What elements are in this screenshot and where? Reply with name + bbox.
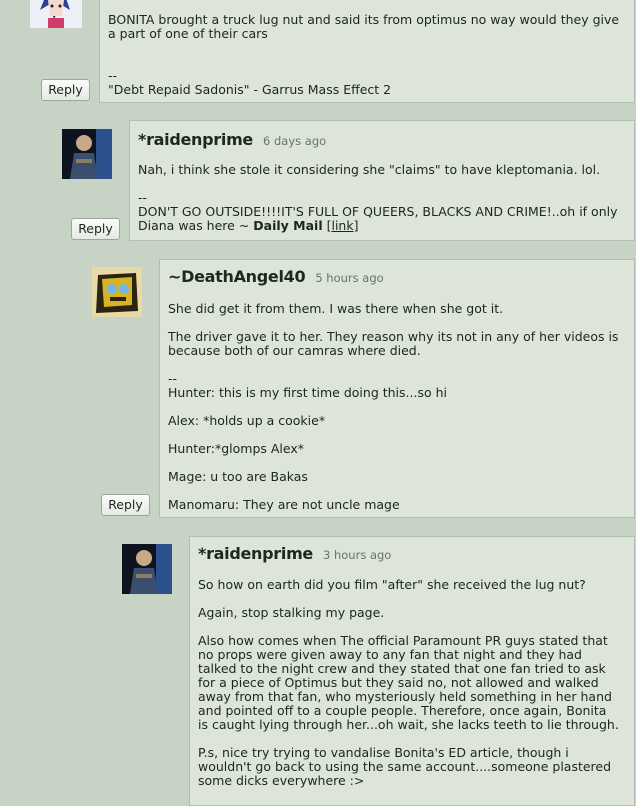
comment-body: She did get it from them. I was there wh… bbox=[168, 301, 504, 316]
signature-separator: -- bbox=[108, 68, 118, 83]
reply-button[interactable]: Reply bbox=[41, 79, 90, 101]
signature-separator: -- bbox=[168, 371, 178, 386]
comment-author[interactable]: ~DeathAngel40 bbox=[168, 267, 306, 286]
reply-button[interactable]: Reply bbox=[101, 494, 150, 516]
signature-line: Hunter:*glomps Alex* bbox=[168, 441, 305, 456]
reply-button[interactable]: Reply bbox=[71, 218, 120, 240]
comment-body: Again, stop stalking my page. bbox=[198, 605, 385, 620]
comment-body: So how on earth did you film "after" she… bbox=[198, 577, 586, 592]
signature-line: DON'T GO OUTSIDE!!!!IT'S FULL OF QUEERS,… bbox=[138, 204, 618, 219]
signature: "Debt Repaid Sadonis" - Garrus Mass Effe… bbox=[108, 82, 392, 97]
comment-1: BONITA brought a truck lug nut and said … bbox=[99, 0, 635, 103]
comment-2: *raidenprime 6 days ago Nah, i think she … bbox=[129, 120, 635, 241]
comment-author[interactable]: *raidenprime bbox=[138, 130, 253, 149]
comment-body: BONITA brought a truck lug nut and said … bbox=[108, 12, 620, 41]
comment-4: *raidenprime 3 hours ago So how on earth … bbox=[189, 536, 635, 806]
comment-time: 6 days ago bbox=[263, 134, 327, 148]
comment-3: ~DeathAngel40 5 hours ago She did get it … bbox=[159, 259, 635, 518]
comment-body: P.s, nice try trying to vandalise Bonita… bbox=[198, 745, 612, 788]
avatar-raidenprime[interactable] bbox=[122, 544, 172, 594]
signature-line: Manomaru: They are not uncle mage bbox=[168, 497, 400, 512]
avatar-deathangel40[interactable] bbox=[92, 267, 142, 317]
comment-time: 3 hours ago bbox=[323, 548, 392, 562]
signature-text: Diana was here ~ bbox=[138, 218, 254, 233]
avatar-anime-girl[interactable] bbox=[30, 0, 82, 28]
comment-body: Also how comes when The official Paramou… bbox=[198, 633, 619, 732]
signature-line: Alex: *holds up a cookie* bbox=[168, 413, 326, 428]
comment-body: Nah, i think she stole it considering sh… bbox=[138, 162, 601, 177]
signature-bold: Daily Mail bbox=[253, 218, 323, 233]
comment-time: 5 hours ago bbox=[315, 271, 384, 285]
signature-line: Diana was here ~ Daily Mail [link] bbox=[138, 219, 626, 233]
signature-line: Hunter: this is my first time doing this… bbox=[168, 385, 447, 400]
signature-link[interactable]: [link] bbox=[327, 218, 359, 233]
comment-author[interactable]: *raidenprime bbox=[198, 544, 313, 563]
signature-line: Mage: u too are Bakas bbox=[168, 469, 308, 484]
avatar-raidenprime[interactable] bbox=[62, 129, 112, 179]
signature-separator: -- bbox=[138, 190, 148, 205]
comment-body: The driver gave it to her. They reason w… bbox=[168, 329, 619, 358]
